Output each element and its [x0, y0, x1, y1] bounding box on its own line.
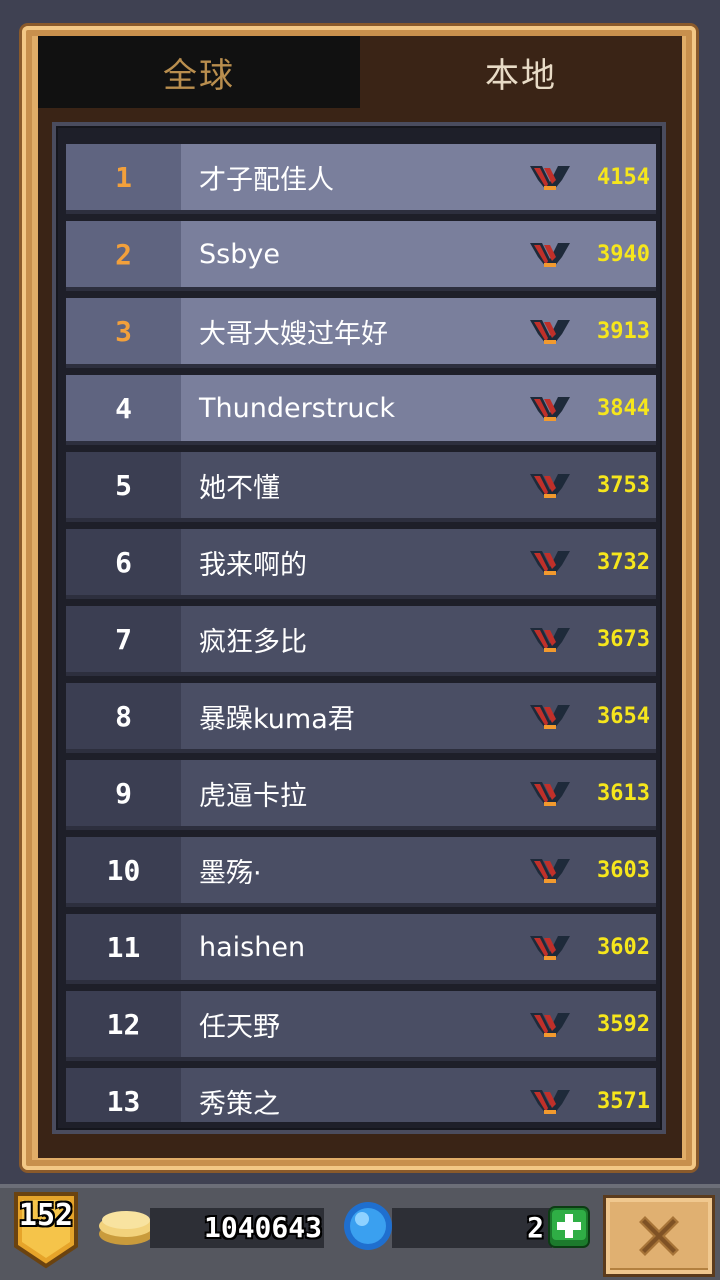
- rank-number: 8: [66, 683, 181, 749]
- leaderboard-row[interactable]: 10 墨殇· 3603: [66, 837, 656, 903]
- player-name: Ssbye: [181, 221, 528, 287]
- player-name: 暴躁kuma君: [199, 703, 355, 735]
- player-name: 才子配佳人: [181, 144, 528, 210]
- leaderboard-row[interactable]: 11 haishen 3602: [66, 914, 656, 980]
- tab-bar: 全球 本地: [38, 36, 682, 108]
- rank-emblem-icon: [530, 166, 570, 190]
- rank-emblem-icon: [530, 705, 570, 729]
- rank-emblem-icon: [530, 1090, 570, 1114]
- rank-number: 12: [66, 991, 181, 1057]
- rank-number: 13: [66, 1068, 181, 1122]
- gem-icon: [344, 1202, 392, 1250]
- player-name: 墨殇·: [199, 857, 262, 889]
- leaderboard-row[interactable]: 3 大哥大嫂过年好 3913: [66, 298, 656, 364]
- player-name: 虎逼卡拉: [199, 780, 307, 812]
- player-name: haishen: [199, 931, 306, 963]
- player-score: 3602: [597, 934, 650, 960]
- player-score: 3654: [597, 703, 650, 729]
- player-name: 大哥大嫂过年好: [181, 298, 528, 364]
- rank-number: 9: [66, 760, 181, 826]
- coin-icon: [99, 1211, 153, 1245]
- rank-emblem-icon: [530, 936, 570, 960]
- level-value: 152: [18, 1198, 74, 1233]
- gem-value: 2: [527, 1211, 544, 1244]
- leaderboard-row[interactable]: 2 Ssbye 3940: [66, 221, 656, 287]
- player-score: 3913: [597, 318, 650, 344]
- player-score: 4154: [597, 164, 650, 190]
- rank-number: 7: [66, 606, 181, 672]
- rank-emblem-icon: [530, 782, 570, 806]
- leaderboard-row[interactable]: 9 虎逼卡拉 3613: [66, 760, 656, 826]
- leaderboard-row[interactable]: 4 Thunderstruck 3844: [66, 375, 656, 441]
- rank-number: 4: [66, 375, 181, 441]
- leaderboard-list[interactable]: 1 才子配佳人 4154 2 Ssbye 3940 3 大哥大嫂过年好 3913 4 Thunder…: [66, 144, 656, 1122]
- player-score: 3732: [597, 549, 650, 575]
- player-score: 3753: [597, 472, 650, 498]
- player-name: 任天野: [199, 1011, 280, 1043]
- player-name: 她不懂: [199, 472, 280, 504]
- player-name: 我来啊的: [199, 549, 307, 581]
- rank-number: 6: [66, 529, 181, 595]
- player-score: 3844: [597, 395, 650, 421]
- leaderboard-row[interactable]: 6 我来啊的 3732: [66, 529, 656, 595]
- player-name: Thunderstruck: [181, 375, 528, 441]
- player-score: 3592: [597, 1011, 650, 1037]
- rank-emblem-icon: [530, 397, 570, 421]
- coin-value: 1040643: [203, 1211, 322, 1244]
- leaderboard-row[interactable]: 8 暴躁kuma君 3654: [66, 683, 656, 749]
- tab-global[interactable]: 全球: [38, 36, 360, 108]
- rank-emblem-icon: [530, 474, 570, 498]
- player-score: 3603: [597, 857, 650, 883]
- rank-number: 11: [66, 914, 181, 980]
- rank-emblem-icon: [530, 628, 570, 652]
- rank-emblem-icon: [530, 320, 570, 344]
- player-score: 3940: [597, 241, 650, 267]
- tab-local[interactable]: 本地: [360, 36, 682, 108]
- rank-number: 3: [66, 298, 181, 364]
- rank-number: 10: [66, 837, 181, 903]
- close-icon: [639, 1216, 679, 1256]
- leaderboard-row[interactable]: 7 疯狂多比 3673: [66, 606, 656, 672]
- player-name: 秀策之: [199, 1088, 280, 1120]
- close-button[interactable]: [606, 1198, 712, 1274]
- rank-number: 1: [66, 144, 181, 210]
- rank-emblem-icon: [530, 243, 570, 267]
- leaderboard-row[interactable]: 5 她不懂 3753: [66, 452, 656, 518]
- leaderboard-row[interactable]: 12 任天野 3592: [66, 991, 656, 1057]
- player-score: 3673: [597, 626, 650, 652]
- leaderboard-row[interactable]: 13 秀策之 3571: [66, 1068, 656, 1122]
- rank-emblem-icon: [530, 551, 570, 575]
- rank-emblem-icon: [530, 859, 570, 883]
- add-gems-button[interactable]: [548, 1206, 590, 1248]
- rank-number: 2: [66, 221, 181, 287]
- player-score: 3571: [597, 1088, 650, 1114]
- leaderboard-row[interactable]: 1 才子配佳人 4154: [66, 144, 656, 210]
- rank-emblem-icon: [530, 1013, 570, 1037]
- player-score: 3613: [597, 780, 650, 806]
- player-name: 疯狂多比: [199, 626, 307, 658]
- rank-number: 5: [66, 452, 181, 518]
